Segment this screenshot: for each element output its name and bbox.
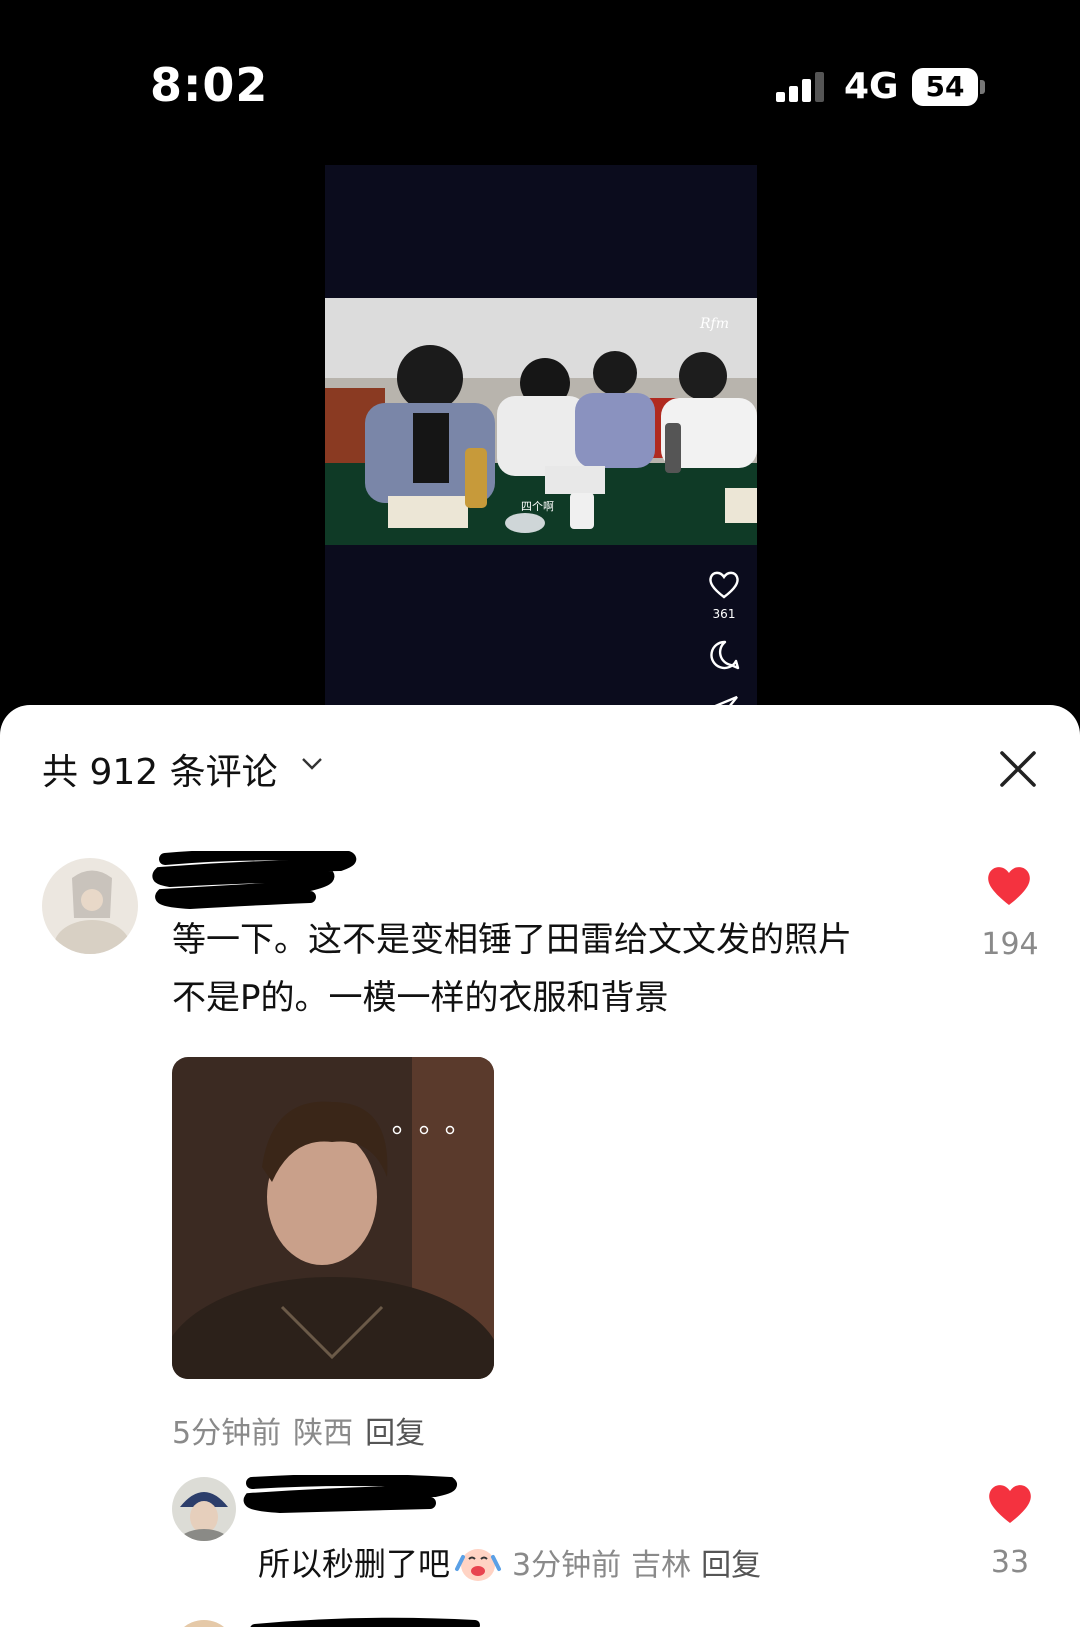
chevron-down-icon[interactable] — [300, 755, 324, 773]
heart-filled-icon[interactable] — [985, 863, 1033, 907]
video-subtitle: 四个啊 — [521, 500, 554, 513]
heart-icon[interactable] — [708, 569, 740, 599]
video-preview[interactable]: Rfm 四个啊 361 — [325, 165, 757, 705]
svg-text:Rfm: Rfm — [699, 316, 729, 332]
network-type: 4G — [844, 66, 899, 107]
reply-location: 吉林 — [631, 1548, 692, 1583]
status-time: 8:02 — [150, 58, 269, 112]
username-redacted[interactable] — [150, 851, 365, 911]
comments-panel: 共 912 条评论 等一下。这不是变相锤了田雷给文文发的照片 不是P的。一模一样… — [0, 705, 1080, 1627]
comment-meta: 5分钟前 陕西 回复 — [172, 1408, 437, 1452]
reply-text: 所以秒删了吧 — [258, 1545, 451, 1583]
video-like-count: 361 — [712, 607, 736, 621]
comment-text: 等一下。这不是变相锤了田雷给文文发的照片 不是P的。一模一样的衣服和背景 — [172, 920, 852, 1018]
comments-count-title[interactable]: 共 912 条评论 — [42, 743, 278, 795]
reply-button[interactable]: 回复 — [701, 1548, 761, 1583]
username-redacted[interactable] — [240, 1475, 465, 1519]
battery-level: 54 — [925, 70, 965, 103]
cellular-signal-icon — [776, 72, 824, 102]
battery-icon: 54 — [912, 68, 985, 106]
status-bar: 8:02 4G 54 — [0, 0, 1080, 170]
avatar[interactable] — [172, 1620, 236, 1627]
comment-attached-image[interactable] — [172, 1057, 494, 1379]
like-count: 33 — [990, 1545, 1030, 1580]
avatar[interactable] — [172, 1477, 236, 1541]
comment-time: 5分钟前 — [172, 1416, 282, 1451]
heart-filled-icon[interactable] — [986, 1481, 1034, 1525]
share-icon[interactable] — [711, 695, 739, 705]
like-count: 194 — [981, 927, 1039, 962]
reply-time: 3分钟前 — [512, 1548, 622, 1583]
reply-item: 所以秒删了吧 3分钟前 吉林 回复 — [258, 1539, 761, 1585]
comment-location: 陕西 — [293, 1416, 354, 1451]
reply-button[interactable]: 回复 — [365, 1416, 425, 1451]
avatar[interactable] — [42, 858, 138, 954]
username-redacted[interactable] — [245, 1615, 485, 1627]
crying-emoji-icon — [455, 1549, 502, 1581]
comment-icon[interactable] — [709, 639, 741, 671]
close-icon[interactable] — [998, 749, 1038, 789]
